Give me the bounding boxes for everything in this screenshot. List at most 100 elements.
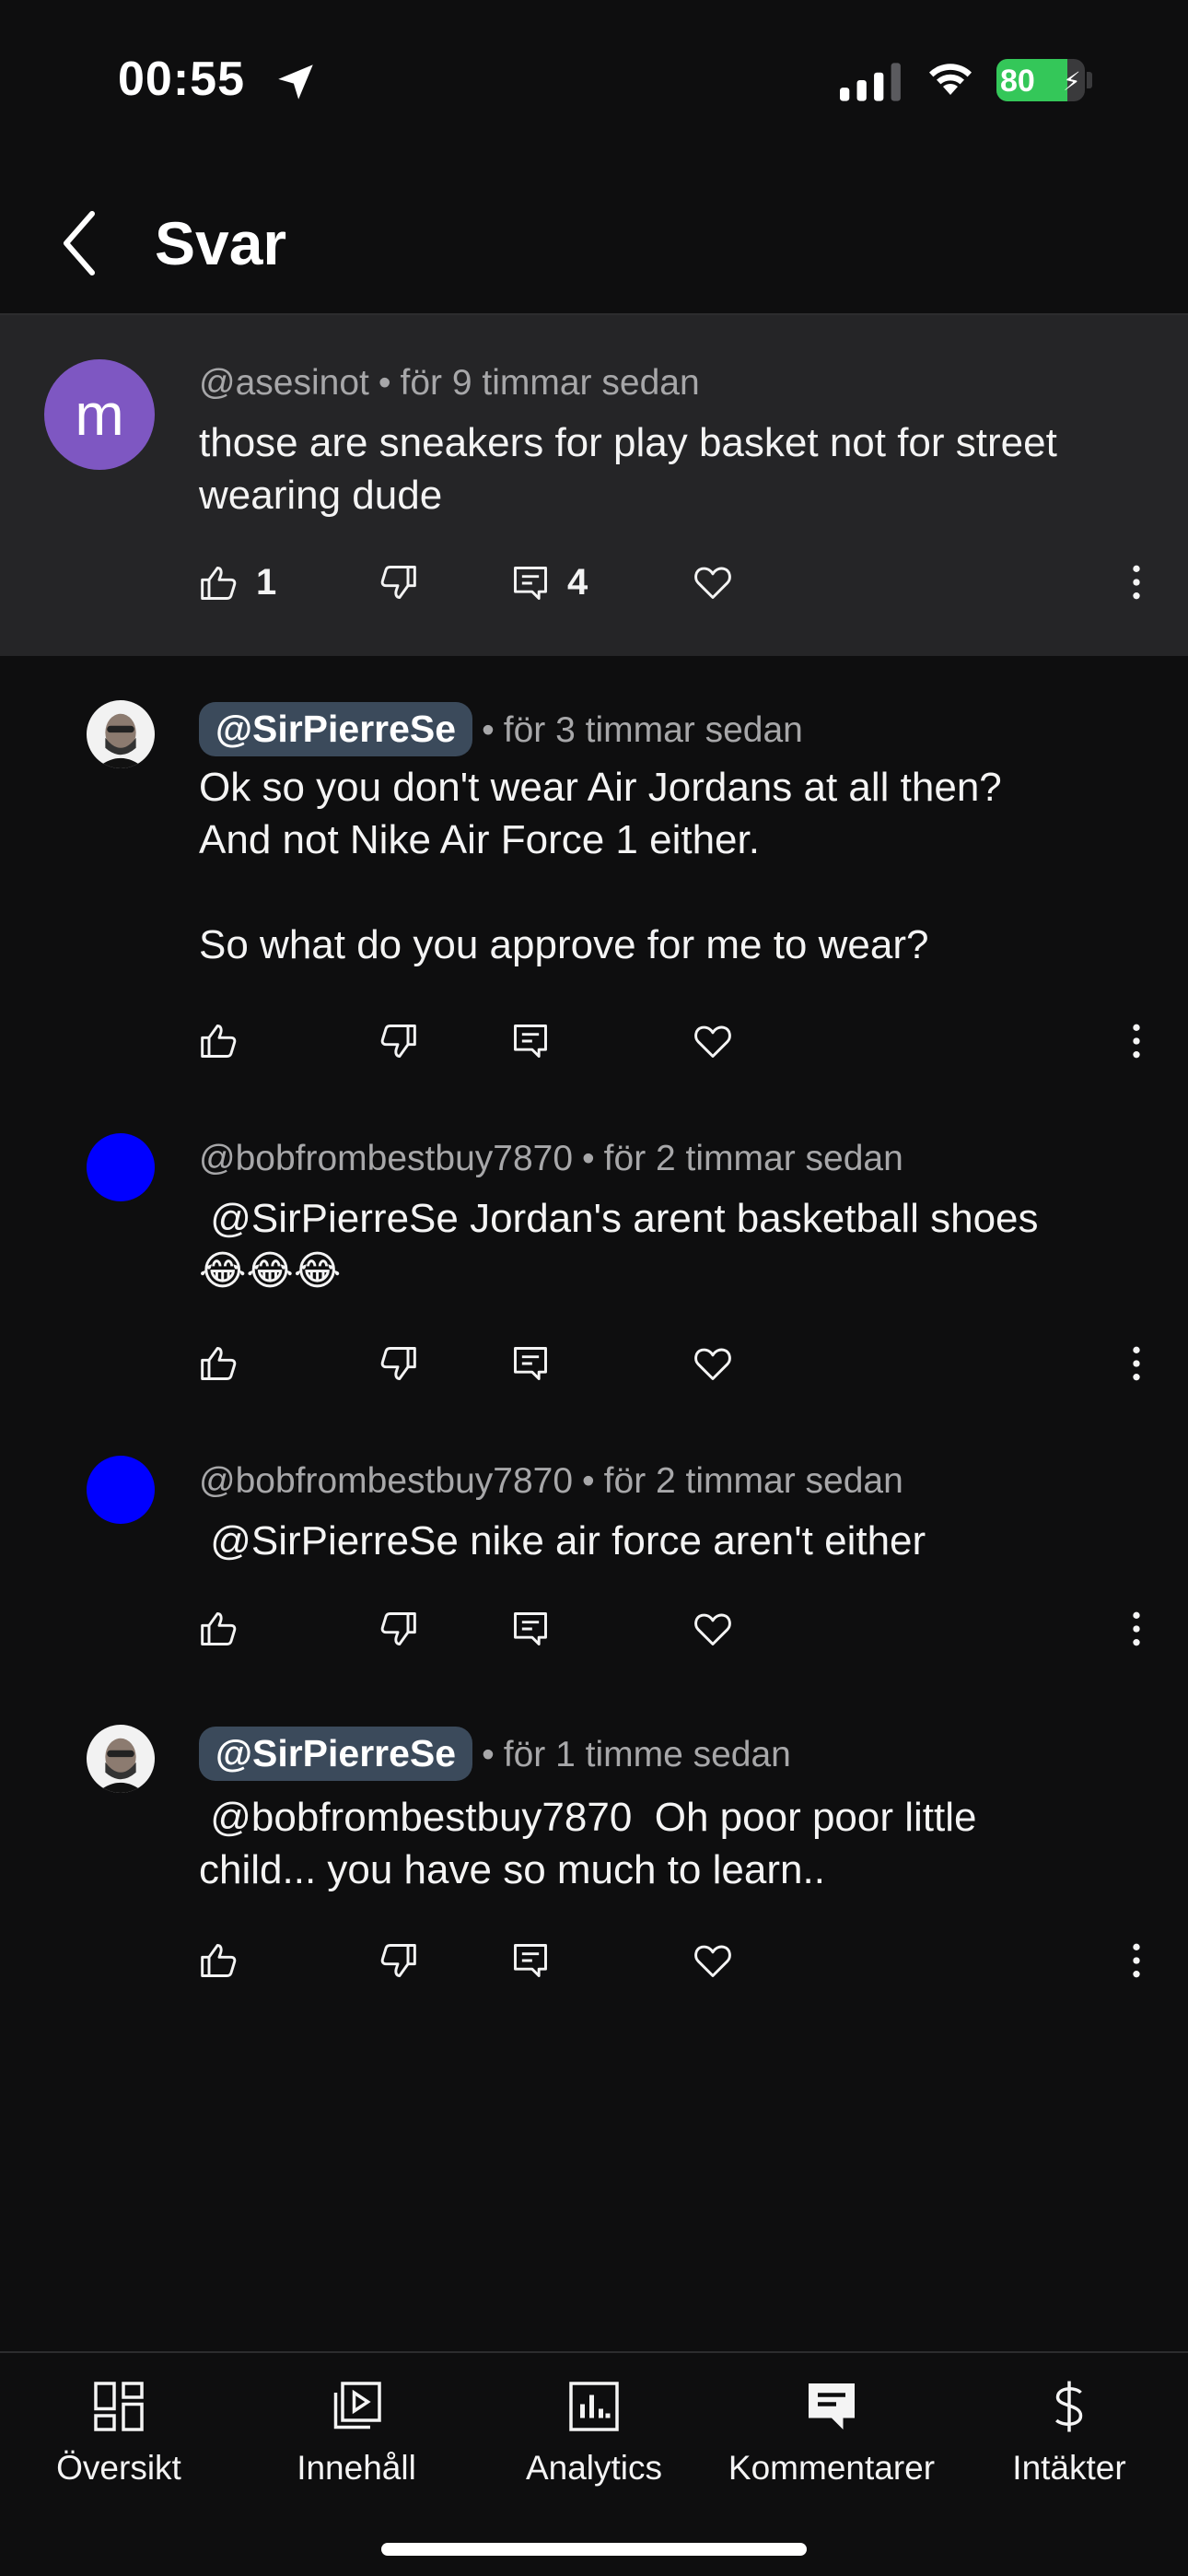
parent-comment: m @asesinot • för 9 timmar sedan those are s…: [0, 315, 1188, 656]
dislike-icon: [380, 1347, 416, 1380]
heart-button[interactable]: [693, 1940, 733, 1981]
comment-meta: @SirPierreSe • för 1 timme sedan: [199, 1727, 791, 1781]
dislike-button[interactable]: [378, 1609, 418, 1649]
battery-indicator: 80 ⚡: [996, 59, 1085, 101]
comment-text: those are sneakers for play basket not f…: [199, 420, 1069, 518]
heart-button[interactable]: [693, 1021, 733, 1061]
comment-text: @SirPierreSe nike air force aren't eithe…: [199, 1518, 926, 1563]
like-button[interactable]: [199, 1609, 239, 1649]
comment-meta: @bobfrombestbuy7870 • för 2 timmar sedan: [199, 1461, 903, 1502]
reply-icon: [514, 1612, 547, 1645]
dislike-button[interactable]: [378, 1940, 418, 1981]
comment-actions: 14: [0, 562, 1188, 617]
reply-button[interactable]: [510, 1343, 551, 1384]
nav-label: Innehåll: [297, 2449, 416, 2487]
comment-text: @SirPierreSe Jordan's arent basketball s…: [199, 1196, 1039, 1294]
like-button[interactable]: 1: [199, 562, 276, 603]
comment-author[interactable]: @SirPierreSe: [199, 702, 473, 756]
like-icon: [201, 1612, 237, 1645]
reply-button[interactable]: [510, 1609, 551, 1649]
status-bar: 00:55 80 ⚡: [0, 0, 1188, 157]
comment-author[interactable]: @asesinot: [199, 363, 369, 403]
comment-author[interactable]: @SirPierreSe: [199, 1727, 473, 1781]
comment-timestamp: för 1 timme sedan: [503, 1735, 791, 1774]
comment-meta: @asesinot • för 9 timmar sedan: [199, 363, 700, 404]
more-options-button[interactable]: [1116, 1940, 1157, 1981]
avatar[interactable]: [87, 700, 155, 768]
comment-actions: [0, 1609, 1188, 1664]
more-options-icon: [1133, 565, 1140, 600]
comment-actions: [0, 1940, 1188, 1996]
heart-button[interactable]: [693, 1609, 733, 1649]
reply-count: 4: [567, 562, 588, 603]
dislike-icon: [380, 1944, 416, 1977]
comments-icon: [809, 2383, 855, 2430]
reply-button[interactable]: [510, 1940, 551, 1981]
reply-icon: [514, 1025, 547, 1058]
like-icon: [201, 1347, 237, 1380]
like-count: 1: [256, 562, 277, 603]
avatar-photo: [87, 700, 155, 768]
nav-item-kommentarer[interactable]: Kommentarer: [713, 2362, 950, 2528]
reply-button[interactable]: 4: [510, 562, 588, 603]
dislike-icon: [380, 1612, 416, 1645]
more-options-icon: [1133, 1611, 1140, 1646]
battery-cap: [1087, 72, 1092, 88]
avatar[interactable]: [87, 1725, 155, 1793]
more-options-button[interactable]: [1116, 1343, 1157, 1384]
comment-author[interactable]: @bobfrombestbuy7870: [199, 1461, 573, 1501]
home-indicator[interactable]: [381, 2543, 807, 2556]
comment-meta: @bobfrombestbuy7870 • för 2 timmar sedan: [199, 1139, 903, 1179]
avatar[interactable]: m: [44, 359, 155, 470]
heart-icon: [694, 567, 731, 599]
status-time: 00:55: [118, 53, 245, 106]
dislike-button[interactable]: [378, 1343, 418, 1384]
like-button[interactable]: [199, 1940, 239, 1981]
header: Svar: [0, 175, 1188, 315]
analytics-icon: [569, 2382, 619, 2431]
comment-text: Ok so you don't wear Air Jordans at all …: [199, 765, 1002, 967]
more-options-button[interactable]: [1116, 1021, 1157, 1061]
heart-icon: [694, 1025, 731, 1058]
back-button[interactable]: [52, 206, 107, 280]
like-icon: [201, 566, 237, 600]
nav-item-intakter[interactable]: Intäkter: [950, 2362, 1188, 2528]
avatar-photo: [87, 1725, 155, 1793]
more-options-button[interactable]: [1116, 562, 1157, 603]
nav-label: Intäkter: [1012, 2449, 1126, 2487]
nav-label: Kommentarer: [728, 2449, 936, 2487]
reply-comment: @bobfrombestbuy7870 • för 2 timmar sedan @…: [0, 1089, 1188, 1411]
comment-actions: [0, 1343, 1188, 1399]
separator-dot: •: [482, 710, 495, 750]
nav-item-oversikt[interactable]: Översikt: [0, 2362, 238, 2528]
dashboard-icon: [94, 2382, 144, 2431]
separator-dot: •: [482, 1735, 495, 1774]
heart-button[interactable]: [693, 1343, 733, 1384]
dislike-button[interactable]: [378, 562, 418, 603]
comment-meta: @SirPierreSe • för 3 timmar sedan: [199, 702, 803, 756]
reply-icon: [514, 1347, 547, 1380]
nav-item-innehall[interactable]: Innehåll: [238, 2362, 475, 2528]
nav-label: Översikt: [56, 2449, 181, 2487]
avatar[interactable]: [87, 1456, 155, 1524]
reply-button[interactable]: [510, 1021, 551, 1061]
comment-timestamp: för 2 timmar sedan: [603, 1461, 903, 1501]
cellular-signal-icon: [840, 63, 901, 101]
more-options-button[interactable]: [1116, 1609, 1157, 1649]
dislike-icon: [380, 1025, 416, 1058]
heart-icon: [694, 1945, 731, 1977]
like-button[interactable]: [199, 1021, 239, 1061]
comment-author[interactable]: @bobfrombestbuy7870: [199, 1139, 573, 1178]
heart-button[interactable]: [693, 562, 733, 603]
dislike-button[interactable]: [378, 1021, 418, 1061]
wifi-icon: [929, 64, 972, 95]
charging-bolt-icon: ⚡: [1063, 67, 1081, 96]
like-button[interactable]: [199, 1343, 239, 1384]
nav-item-analytics[interactable]: Analytics: [475, 2362, 713, 2528]
separator-dot: •: [582, 1461, 595, 1501]
dislike-icon: [380, 566, 416, 599]
avatar[interactable]: [87, 1133, 155, 1201]
separator-dot: •: [378, 363, 391, 403]
like-icon: [201, 1944, 237, 1977]
more-options-icon: [1133, 1024, 1140, 1059]
